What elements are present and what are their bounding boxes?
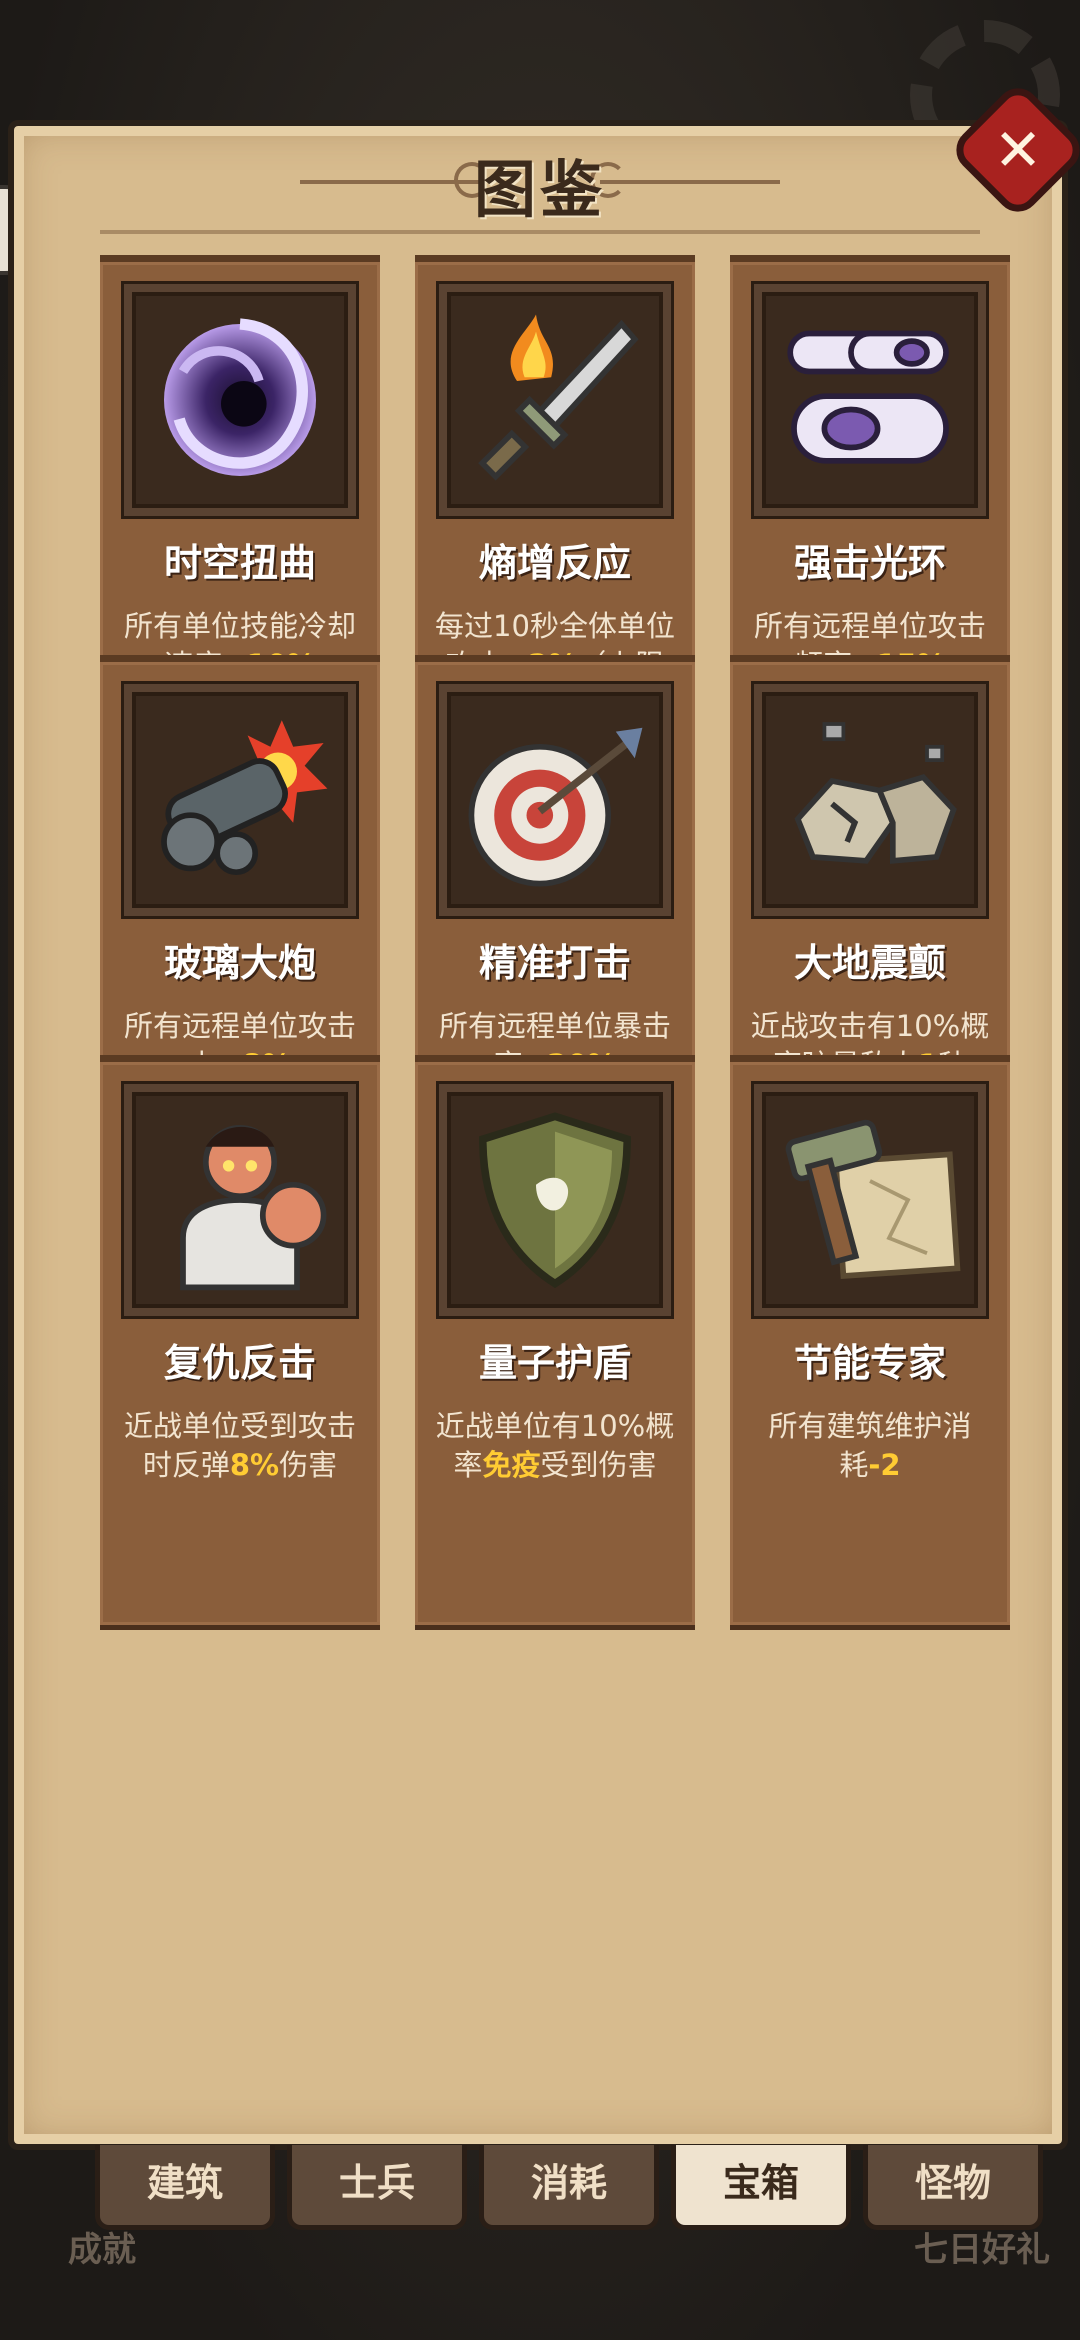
cannon-icon [124,684,356,916]
vortex-icon [124,284,356,516]
tab-0[interactable]: 建筑 [95,2145,275,2230]
card-title: 节能专家 [793,1341,946,1385]
highlight-value: -2 [868,1448,901,1482]
card-title: 玻璃大炮 [163,941,316,985]
achievements-label[interactable]: 成就 [68,2222,136,2271]
bullets-icon [754,284,986,516]
card-title: 熵增反应 [478,541,631,585]
shield-icon [439,1084,671,1316]
flaming-sword-icon [439,284,671,516]
close-icon: ✕ [993,116,1043,184]
card-title: 时空扭曲 [163,541,316,585]
codex-card[interactable]: 复仇反击近战单位受到攻击时反弹8%伤害 [100,1055,380,1630]
codex-card[interactable]: 量子护盾近战单位有10%概率免疫受到伤害 [415,1055,695,1630]
title-bar: 图鉴 [0,145,1080,235]
page-title: 图鉴 [473,153,606,226]
card-title: 量子护盾 [478,1341,631,1385]
category-tabs: 建筑 士兵 消耗 宝箱 怪物 [95,2145,1043,2235]
tab-2[interactable]: 消耗 [479,2145,659,2230]
card-title: 大地震颤 [793,941,946,985]
card-title: 强击光环 [793,541,946,585]
angry-brawler-icon [124,1084,356,1316]
highlight-value: 免疫 [482,1448,541,1482]
tab-4[interactable]: 怪物 [863,2145,1043,2230]
card-description: 近战单位受到攻击时反弹8%伤害 [112,1407,368,1485]
card-title: 复仇反击 [163,1341,316,1385]
description-text: 伤害 [279,1448,338,1482]
tab-1[interactable]: 士兵 [287,2145,467,2230]
card-description: 近战单位有10%概率免疫受到伤害 [427,1407,683,1485]
title-divider [100,230,980,234]
tab-3[interactable]: 宝箱 [671,2145,851,2230]
card-title: 精准打击 [478,941,631,985]
codex-card[interactable]: 节能专家所有建筑维护消耗-2 [730,1055,1010,1630]
seven-day-gift-label[interactable]: 七日好礼 [914,2222,1050,2271]
highlight-value: 8% [229,1448,280,1482]
blueprint-hammer-icon [754,1084,986,1316]
description-text: 受到伤害 [540,1448,657,1482]
card-description: 所有建筑维护消耗-2 [742,1407,998,1485]
target-arrow-icon [439,684,671,916]
codex-grid: 时空扭曲所有单位技能冷却速度+10%熵增反应每过10秒全体单位攻击+2%（上限1… [100,255,1010,2065]
cracked-rock-icon [754,684,986,916]
